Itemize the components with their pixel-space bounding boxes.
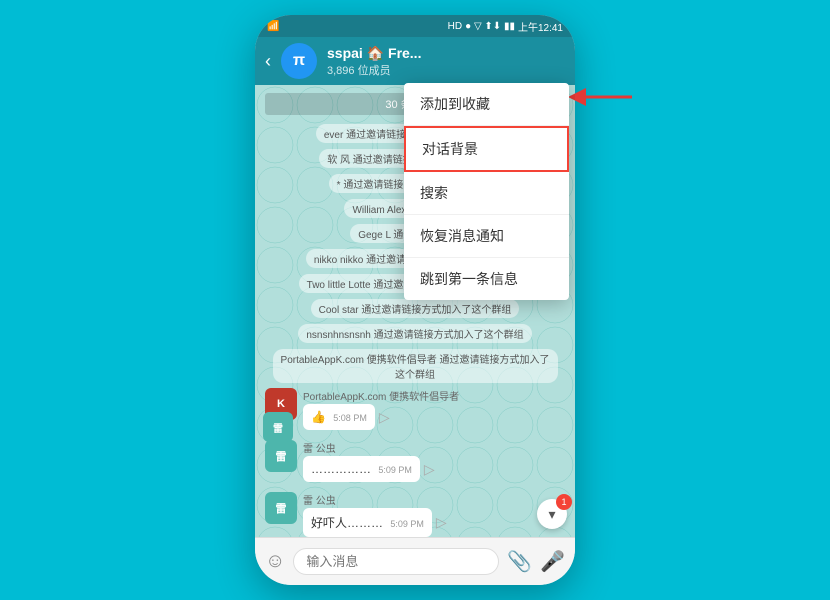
dropdown-menu: 添加到收藏 对话背景 搜索 恢复消息通知 跳到第一条信息 (404, 83, 569, 300)
phone-container: 📶 HD ● ▽ ⬆⬇ ▮▮ 上午12:41 ‹ π sspai 🏠 Fre..… (255, 15, 575, 585)
menu-restore-notifications[interactable]: 恢复消息通知 (404, 215, 569, 258)
menu-jump-to-first[interactable]: 跳到第一条信息 (404, 258, 569, 300)
arrow-indicator (567, 83, 637, 111)
menu-chat-background[interactable]: 对话背景 (404, 126, 569, 172)
menu-add-favorites[interactable]: 添加到收藏 (404, 83, 569, 126)
menu-search[interactable]: 搜索 (404, 172, 569, 215)
